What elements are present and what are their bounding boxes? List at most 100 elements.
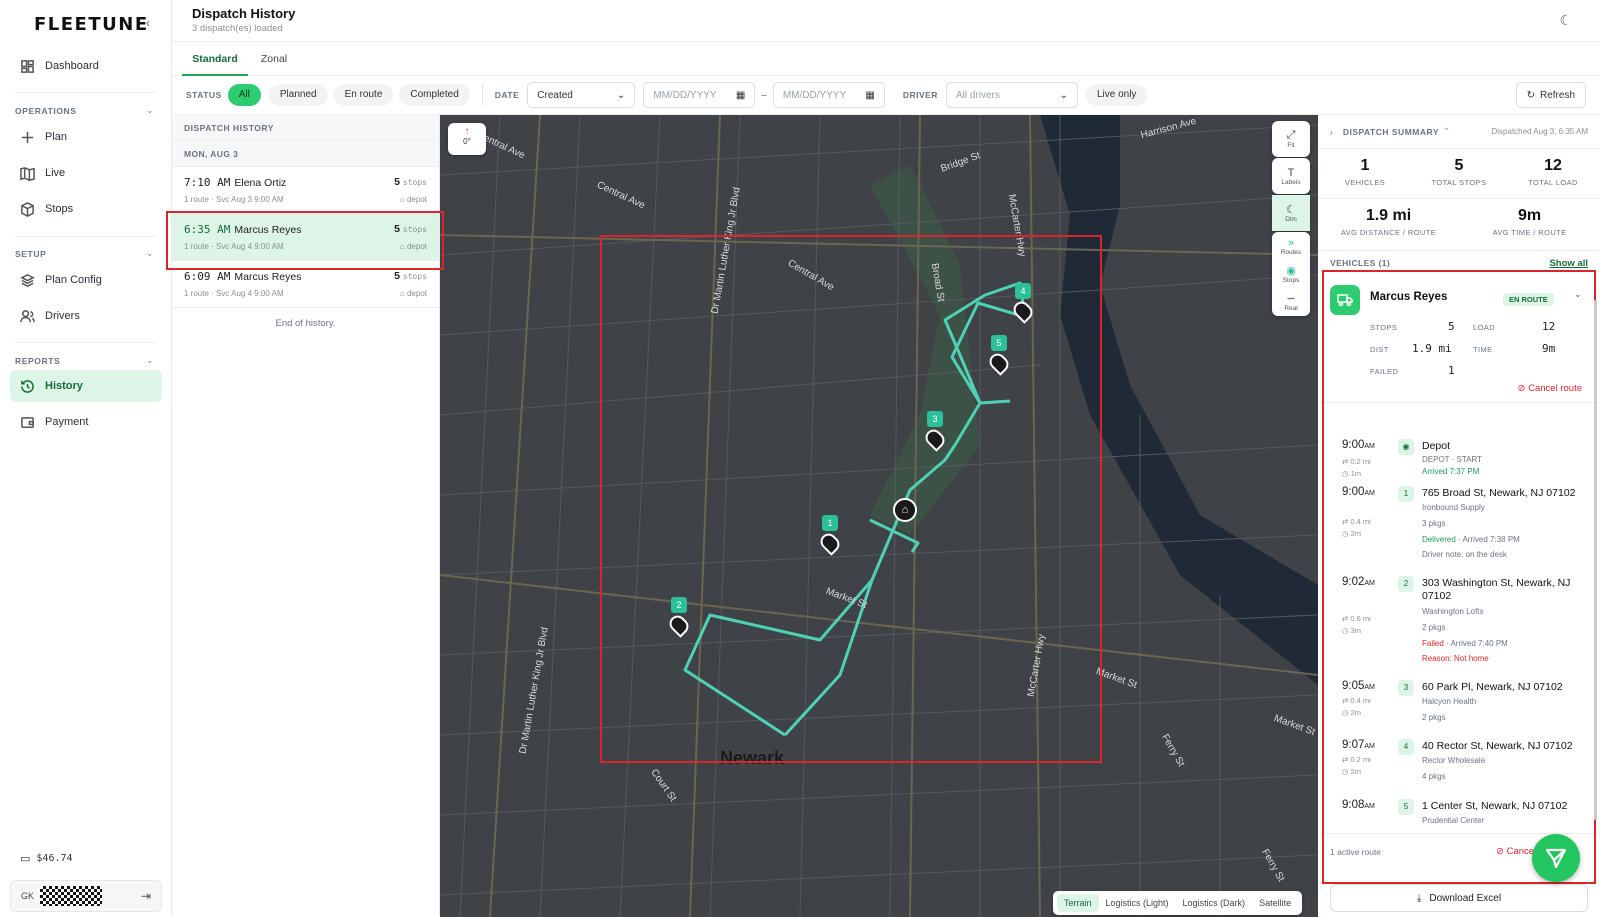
history-icon [21, 379, 34, 393]
sidebar-item-stops[interactable]: Stops [10, 193, 162, 225]
row-stops-count: 5 [394, 176, 400, 188]
delivered-status: Delivered [1422, 535, 1456, 544]
driver-select[interactable]: All drivers ⌄ [945, 82, 1078, 108]
leg-duration-value: 2m [1350, 708, 1362, 717]
dispatch-fab-button[interactable] [1532, 834, 1580, 882]
kpi-value: 1.9 mi [1365, 207, 1412, 224]
stop-marker-2[interactable]: 2 [666, 597, 692, 638]
sidebar-item-payment[interactable]: Payment [10, 406, 162, 438]
kpi-value: 1 [1360, 157, 1370, 174]
failed-value: 1 [1448, 364, 1455, 377]
chevron-down-icon[interactable]: ⌄ [146, 248, 154, 259]
moon-icon[interactable]: ☾ [1559, 12, 1572, 29]
row-stops: 5 stops [394, 176, 427, 188]
route-map[interactable]: Dr Martin Luther King Jr Blvd Dr Martin … [440, 115, 1318, 917]
kpi-total-stops: 5 TOTAL STOPS [1412, 149, 1506, 198]
depot-marker-icon[interactable]: ⌂ [893, 498, 917, 522]
compass-button[interactable]: ↑ 0° [448, 123, 486, 155]
chevron-right-icon[interactable]: › [1330, 127, 1333, 137]
stop-marker-1[interactable]: 1 [817, 515, 843, 556]
leg-duration-value: 3m [1350, 626, 1362, 635]
event-time-value: 9:07 [1342, 739, 1365, 751]
event-time-value: 9:08 [1342, 799, 1365, 811]
summary-header: › DISPATCH SUMMARY ⌃ Dispatched Aug 3, 6… [1318, 115, 1600, 149]
leg-distance: ⇄ 0.2 mi [1342, 755, 1371, 764]
dim-control[interactable]: ☾ Dim [1272, 195, 1310, 231]
routes-button[interactable]: » Routes [1272, 232, 1310, 260]
status-chip-completed[interactable]: Completed [399, 84, 470, 106]
sidebar-item-history[interactable]: History [10, 370, 162, 402]
stops-button[interactable]: ◉ Stops [1272, 260, 1310, 288]
balance-value: $46.74 [36, 853, 73, 864]
clock-icon: ◷ [1342, 708, 1349, 717]
sidebar-item-live[interactable]: Live [10, 157, 162, 189]
date-from-input[interactable]: MM/DD/YYYY ▦ [643, 82, 756, 108]
dispatch-summary-panel: › DISPATCH SUMMARY ⌃ Dispatched Aug 3, 6… [1318, 115, 1600, 917]
chevron-down-icon: ⌄ [1059, 89, 1068, 101]
row-stops-unit: stops [402, 272, 427, 281]
sidebar-item-plan-config[interactable]: Plan Config [10, 264, 162, 296]
row-service-time: Svc Aug 4 9:00 AM [216, 242, 284, 251]
map-type-logistics-light[interactable]: Logistics (Light) [1099, 894, 1176, 912]
control-label: Fit [1287, 142, 1295, 149]
kpi-label: AVG TIME / ROUTE [1492, 228, 1567, 237]
download-excel-button[interactable]: ⤓ Download Excel [1330, 884, 1588, 912]
map-type-satellite[interactable]: Satellite [1252, 894, 1298, 912]
clock-icon: ◷ [1342, 626, 1349, 635]
fit-control[interactable]: ⤢ Fit [1272, 121, 1310, 157]
event-time-value: 9:00 [1342, 439, 1365, 451]
sidebar-item-dashboard[interactable]: Dashboard [10, 50, 162, 82]
date-type-select[interactable]: Created ⌄ [527, 82, 636, 108]
leg-duration: ◷ 2m [1342, 708, 1361, 717]
map-type-terrain[interactable]: Terrain [1057, 894, 1099, 912]
sidebar-item-plan[interactable]: Plan [10, 121, 162, 153]
status-chip-all[interactable]: All [227, 84, 261, 106]
summary-scrollbar[interactable] [1594, 300, 1597, 820]
dim-button[interactable]: ☾ Dim [1272, 195, 1310, 231]
vehicle-card[interactable]: Marcus Reyes EN ROUTE ⌄ STOPS 5 LOAD 12 … [1318, 275, 1600, 403]
stop-number: 5 [1398, 799, 1414, 815]
live-only-toggle[interactable]: Live only [1085, 84, 1148, 106]
page-subtitle: 3 dispatch(es) loaded [192, 23, 283, 34]
status-chip-planned[interactable]: Planned [268, 84, 328, 106]
stop-timeline: 9:00AM ◉ Depot DEPOT · START Arrived 7:3… [1318, 425, 1600, 833]
history-row[interactable]: 6:09 AM Marcus Reyes 1 route · Svc Aug 4 … [172, 261, 439, 308]
tab-standard[interactable]: Standard [182, 42, 248, 76]
real-button[interactable]: ∽ Real [1272, 288, 1310, 316]
tab-zonal[interactable]: Zonal [252, 42, 296, 76]
download-excel-label: Download Excel [1429, 892, 1502, 904]
chevron-left-icon[interactable]: ‹ [146, 16, 150, 30]
load-value: 12 [1542, 320, 1556, 333]
cancel-all-button[interactable]: ⊘ Cancel [1496, 846, 1536, 857]
stop-marker-3[interactable]: 3 [922, 411, 948, 452]
labels-button[interactable]: T Labels [1272, 158, 1310, 194]
user-menu[interactable]: GK ⇥ [10, 880, 162, 912]
logout-icon[interactable]: ⇥ [141, 889, 151, 903]
labels-control[interactable]: T Labels [1272, 158, 1310, 194]
event-line: DEPOT · START [1422, 455, 1483, 464]
history-row-selected[interactable]: 6:35 AM Marcus Reyes 1 route · Svc Aug 4 … [172, 214, 439, 261]
chevron-up-icon[interactable]: ⌃ [1443, 126, 1450, 137]
date-to-input[interactable]: MM/DD/YYYY ▦ [772, 82, 885, 108]
cancel-route-button[interactable]: ⊘ Cancel route [1518, 383, 1582, 394]
refresh-button[interactable]: ↻ Refresh [1515, 82, 1586, 108]
event-packages: 4 pkgs [1422, 772, 1446, 781]
chevron-down-icon[interactable]: ⌄ [146, 355, 154, 366]
event-address: 40 Rector St, Newark, NJ 07102 [1422, 740, 1573, 752]
event-address: 1 Center St, Newark, NJ 07102 [1422, 800, 1568, 812]
chevron-down-icon[interactable]: ⌄ [1574, 289, 1582, 300]
sidebar-item-drivers[interactable]: Drivers [10, 300, 162, 332]
chevron-down-icon[interactable]: ⌄ [146, 105, 154, 116]
warehouse-icon: ⌂ [399, 242, 405, 251]
show-all-link[interactable]: Show all [1549, 258, 1588, 269]
map-type-logistics-dark[interactable]: Logistics (Dark) [1176, 894, 1253, 912]
status-chip-en-route[interactable]: En route [333, 84, 394, 106]
fit-button[interactable]: ⤢ Fit [1272, 121, 1310, 157]
stop-marker-4[interactable]: 4 [1010, 283, 1036, 324]
summary-heading: DISPATCH SUMMARY [1342, 126, 1439, 137]
park-area [870, 165, 980, 535]
stop-marker-5[interactable]: 5 [986, 335, 1012, 376]
event-time-ampm: AM [1364, 684, 1375, 691]
summary-kpis-secondary: 1.9 mi AVG DISTANCE / ROUTE 9m AVG TIME / … [1318, 199, 1600, 251]
history-row[interactable]: 7:10 AM Elena Ortiz 1 route · Svc Aug 3 9… [172, 167, 439, 214]
